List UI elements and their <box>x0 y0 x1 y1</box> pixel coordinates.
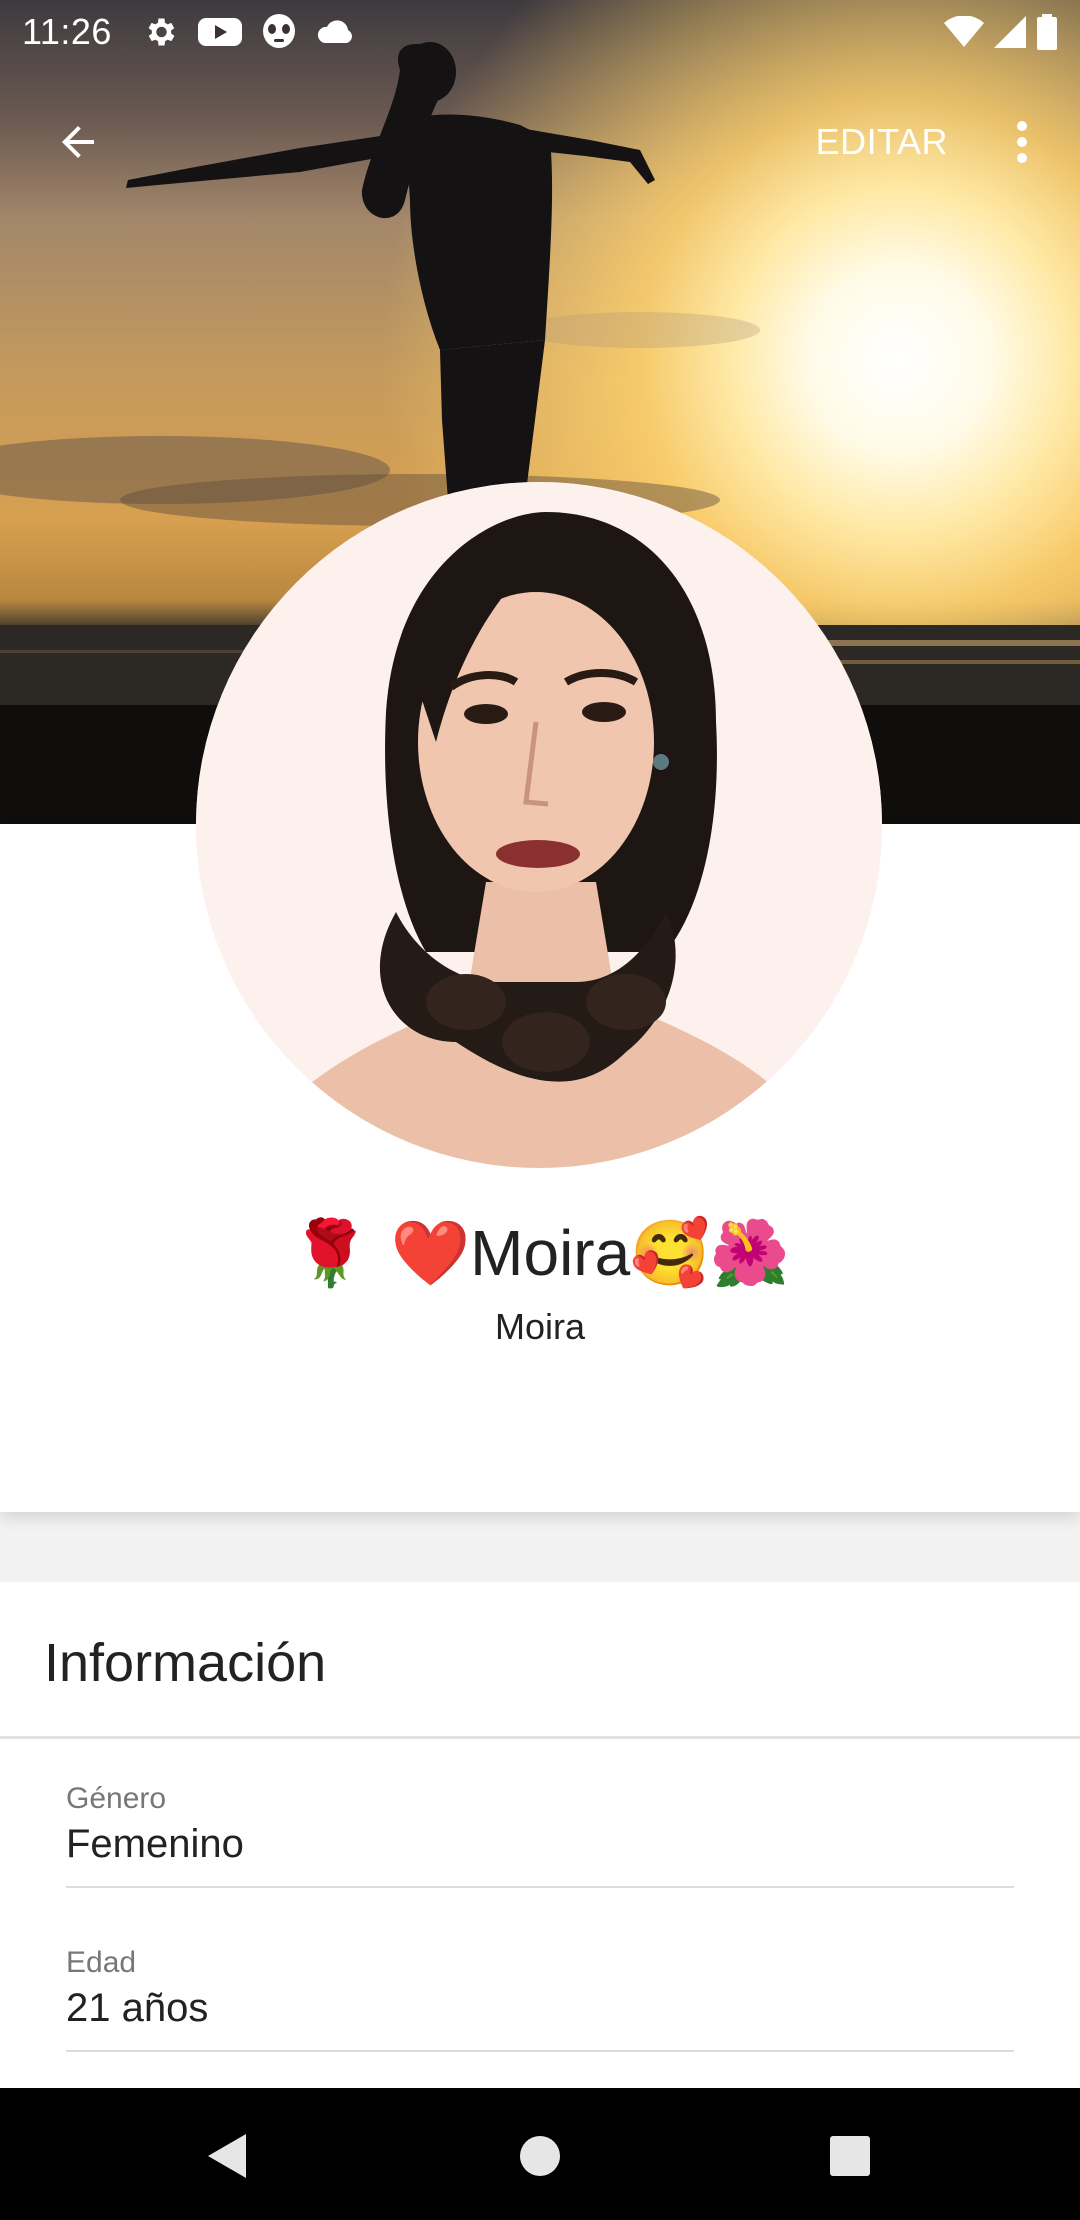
status-time: 11:26 <box>22 11 112 52</box>
home-circle-icon <box>520 2136 560 2176</box>
display-name-text: Moira <box>470 1217 631 1289</box>
field-gender: Género Femenino <box>66 1782 1014 1888</box>
field-label: Género <box>66 1782 167 1815</box>
display-name: 🌹 ❤️Moira🥰🌺 <box>0 1216 1080 1291</box>
field-underline <box>66 1886 1014 1888</box>
profile-screen: 11:26 EDITAR 🌹 ❤️Moira🥰🌺 Moira Informaci… <box>0 0 1080 2220</box>
status-bar: 11:26 <box>0 0 1080 64</box>
avatar-portrait <box>196 482 882 1168</box>
system-navigation-bar <box>0 2088 1080 2220</box>
nav-home-button[interactable] <box>502 2118 578 2194</box>
info-card: Información Género Femenino Edad 21 años <box>0 1582 1080 2090</box>
field-age: Edad 21 años <box>66 1946 1014 2052</box>
youtube-icon <box>197 18 242 46</box>
battery-icon <box>1037 14 1057 50</box>
back-triangle-icon <box>208 2134 246 2178</box>
back-button[interactable] <box>40 104 116 180</box>
nav-recents-button[interactable] <box>812 2118 888 2194</box>
cloud-icon <box>317 20 352 43</box>
field-underline <box>66 2050 1014 2052</box>
arrow-left-icon <box>62 126 94 158</box>
username: Moira <box>494 1306 586 1347</box>
nav-back-button[interactable] <box>188 2118 264 2194</box>
more-vertical-icon <box>1017 121 1027 163</box>
info-section-title: Información <box>44 1633 327 1693</box>
wifi-icon <box>944 16 984 47</box>
settings-icon <box>148 18 175 46</box>
signal-icon <box>994 16 1026 48</box>
info-divider <box>0 1736 1080 1739</box>
alien-face-icon <box>262 14 295 48</box>
display-name-suffix-emoji: 🥰🌺 <box>630 1217 790 1291</box>
field-label: Edad <box>66 1946 137 1979</box>
edit-button[interactable]: EDITAR <box>816 110 948 174</box>
toolbar: EDITAR <box>0 100 1080 186</box>
display-name-prefix-emoji: 🌹 ❤️ <box>290 1217 471 1291</box>
field-value: Femenino <box>66 1822 244 1866</box>
field-value: 21 años <box>66 1986 209 2030</box>
more-options-button[interactable] <box>984 104 1060 180</box>
avatar[interactable] <box>196 482 882 1168</box>
recents-square-icon <box>830 2136 870 2176</box>
